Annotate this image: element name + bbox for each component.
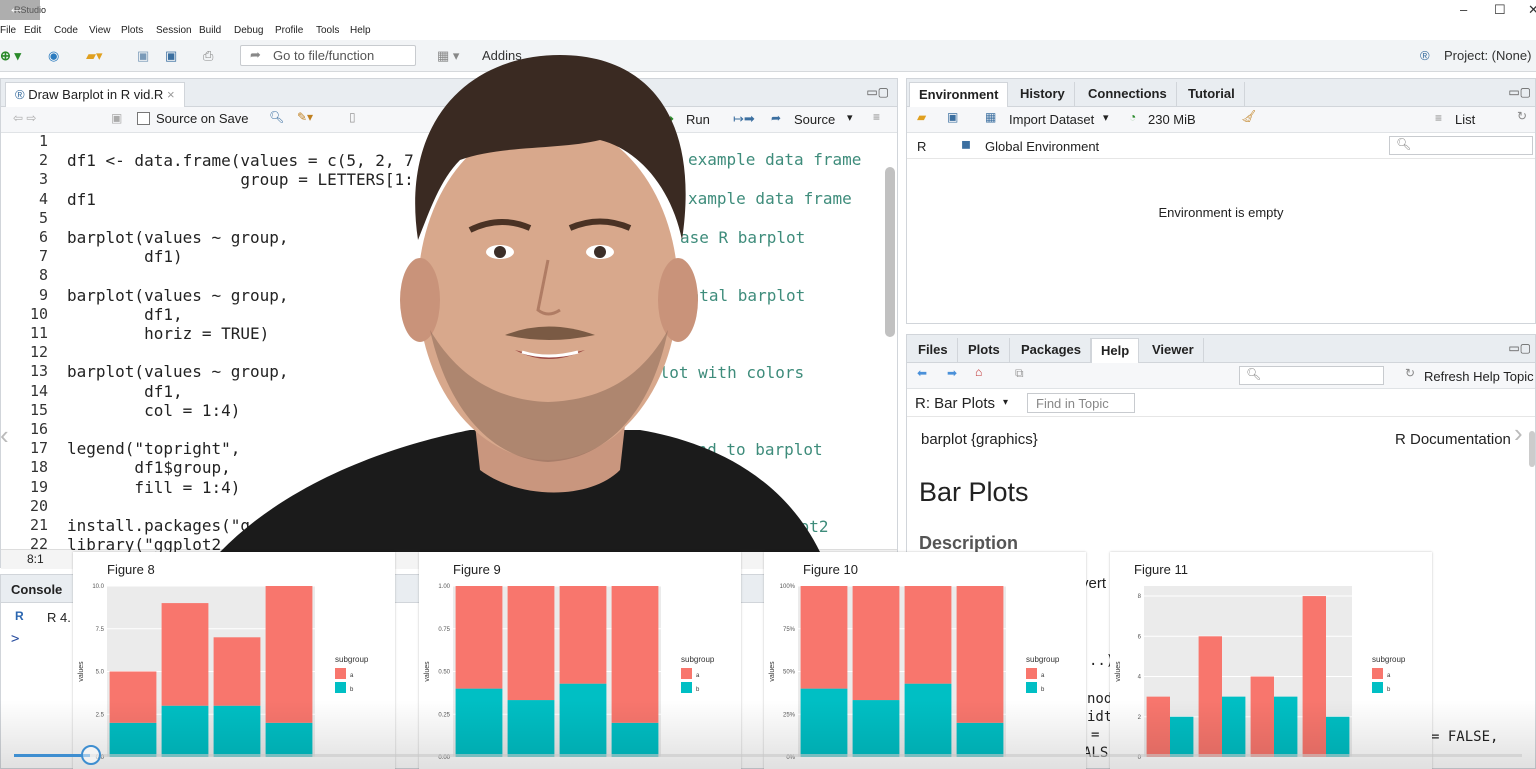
- legend-swatch: [681, 668, 692, 679]
- video-progress-fill: [14, 754, 90, 757]
- bar-a: [1198, 636, 1222, 757]
- bar-segment-b: [800, 688, 848, 757]
- legend-title: subgroup: [1026, 655, 1060, 664]
- bar-segment-a: [161, 603, 209, 706]
- bar-segment-a: [213, 637, 261, 706]
- bar-segment-a: [800, 586, 848, 689]
- y-tick-label: 5.0: [96, 670, 105, 676]
- y-axis-label: values: [769, 661, 776, 682]
- bar-b: [1222, 696, 1246, 757]
- bar-segment-a: [507, 586, 555, 701]
- bar-b: [1274, 696, 1298, 757]
- y-axis-label: values: [424, 661, 431, 682]
- bar-segment-a: [904, 586, 952, 684]
- y-tick-label: 1.00: [438, 584, 450, 590]
- y-axis-label: values: [78, 661, 85, 682]
- legend-label: b: [350, 687, 354, 693]
- y-tick-label: 7.5: [96, 627, 105, 633]
- bar-segment-a: [109, 671, 157, 723]
- video-progress-track[interactable]: [14, 754, 1522, 757]
- legend-title: subgroup: [335, 655, 369, 664]
- y-tick-label: 25%: [783, 712, 796, 718]
- legend-swatch: [1372, 682, 1383, 693]
- bar-segment-b: [852, 700, 900, 757]
- legend-swatch: [1026, 682, 1037, 693]
- bar-segment-b: [904, 683, 952, 757]
- figure-8-chart: 10.07.55.02.50.0valuessubgroupab: [78, 584, 369, 761]
- bar-segment-b: [507, 700, 555, 757]
- y-tick-label: 0.25: [438, 712, 450, 718]
- legend-label: b: [1041, 687, 1045, 693]
- bar-segment-a: [852, 586, 900, 701]
- bar-segment-b: [611, 722, 659, 757]
- y-tick-label: 75%: [783, 627, 796, 633]
- y-axis-label: values: [1115, 661, 1122, 682]
- legend-label: a: [1387, 673, 1391, 679]
- bar-segment-a: [455, 586, 503, 689]
- y-tick-label: 2.5: [96, 712, 105, 718]
- legend-swatch: [1026, 668, 1037, 679]
- y-tick-label: 100%: [780, 584, 796, 590]
- bar-a: [1146, 696, 1170, 757]
- bar-segment-a: [956, 586, 1004, 723]
- legend-swatch: [1372, 668, 1383, 679]
- y-tick-label: 6: [1138, 634, 1142, 640]
- y-tick-label: 10.0: [92, 584, 104, 590]
- figure-11: Figure 11 8 6 4 2 0 values subgroup a b: [1110, 552, 1432, 769]
- video-scrubber-handle[interactable]: [81, 745, 101, 765]
- figure-11-chart: 86420valuessubgroupab: [1115, 586, 1406, 761]
- bar-segment-b: [559, 683, 607, 757]
- bar-segment-a: [611, 586, 659, 723]
- bar-segment-b: [213, 705, 261, 757]
- figure-9-chart: 1.000.750.500.250.00valuessubgroupab: [424, 584, 715, 761]
- y-tick-label: 0.50: [438, 670, 450, 676]
- bar-segment-b: [455, 688, 503, 757]
- legend-label: b: [1387, 687, 1391, 693]
- bar-segment-b: [109, 722, 157, 757]
- figure-8: Figure 8 10.07.55.02.50.0valuessubgroupa…: [73, 552, 395, 769]
- bar-segment-a: [559, 586, 607, 684]
- y-tick-label: 8: [1138, 594, 1142, 600]
- legend-label: a: [350, 673, 354, 679]
- figure-10: Figure 10 100% 75% 50% 25% 0% values subgroup a…: [764, 552, 1086, 769]
- y-tick-label: 0.75: [438, 627, 450, 633]
- y-tick-label: 50%: [783, 670, 796, 676]
- legend-label: a: [696, 673, 700, 679]
- bar-segment-a: [265, 586, 313, 723]
- bar-b: [1170, 716, 1194, 757]
- bar-a: [1302, 596, 1326, 757]
- legend-label: b: [696, 687, 700, 693]
- figure-9: Figure 9 1.00 0.75 0.50 0.25 0.00 values subgr…: [419, 552, 741, 769]
- legend-swatch: [335, 668, 346, 679]
- legend-title: subgroup: [1372, 655, 1406, 664]
- bar-b: [1326, 716, 1350, 757]
- legend-label: a: [1041, 673, 1045, 679]
- legend-title: subgroup: [681, 655, 715, 664]
- bar-segment-b: [265, 722, 313, 757]
- bar-segment-b: [956, 722, 1004, 757]
- y-tick-label: 2: [1138, 715, 1142, 721]
- bar-a: [1250, 676, 1274, 757]
- figure-10-chart: 100%75%50%25%0%valuessubgroupab: [769, 584, 1060, 761]
- y-tick-label: 4: [1138, 675, 1142, 681]
- legend-swatch: [681, 682, 692, 693]
- bar-segment-b: [161, 705, 209, 757]
- legend-swatch: [335, 682, 346, 693]
